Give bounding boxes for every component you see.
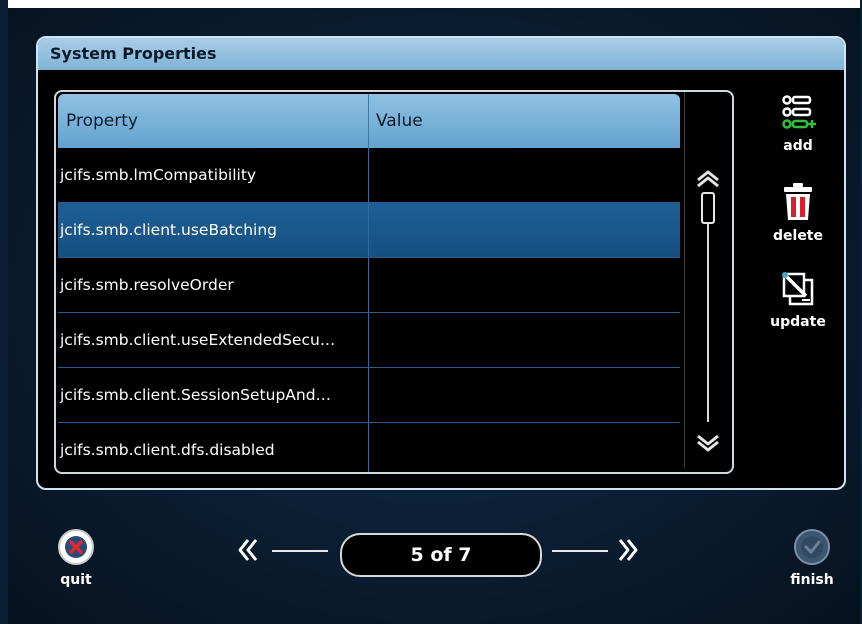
value-cell[interactable] bbox=[369, 148, 680, 202]
property-cell: jcifs.smb.client.useExtendedSecu… bbox=[60, 331, 336, 349]
scroll-track[interactable] bbox=[707, 210, 709, 422]
top-border bbox=[8, 0, 860, 8]
pager-line-right bbox=[552, 550, 608, 552]
quit-icon bbox=[58, 529, 94, 565]
table-row[interactable]: jcifs.smb.client.useExtendedSecu… bbox=[58, 313, 680, 368]
finish-icon bbox=[794, 529, 830, 565]
vertical-scrollbar[interactable] bbox=[684, 92, 731, 468]
value-cell[interactable] bbox=[369, 368, 680, 422]
quit-label: quit bbox=[60, 572, 92, 588]
update-button[interactable]: update bbox=[758, 270, 838, 330]
property-cell: jcifs.smb.lmCompatibility bbox=[60, 166, 257, 184]
property-cell: jcifs.smb.client.useBatching bbox=[60, 221, 277, 239]
panel-title: System Properties bbox=[38, 38, 844, 70]
properties-table-container: Property Value jcifs.smb.lmCompatibility… bbox=[54, 90, 734, 474]
scroll-up-icon[interactable] bbox=[693, 164, 723, 194]
scroll-thumb[interactable] bbox=[701, 192, 715, 224]
value-cell[interactable] bbox=[369, 313, 680, 367]
previous-page-icon[interactable] bbox=[234, 536, 262, 564]
add-list-icon bbox=[782, 95, 816, 129]
next-page-icon[interactable] bbox=[614, 536, 642, 564]
column-header-property[interactable]: Property bbox=[66, 94, 138, 148]
property-cell: jcifs.smb.client.SessionSetupAnd… bbox=[60, 386, 332, 404]
column-header-value[interactable]: Value bbox=[376, 94, 423, 148]
table-row-selected[interactable]: jcifs.smb.client.useBatching bbox=[58, 203, 680, 258]
update-label: update bbox=[770, 314, 826, 330]
header-divider bbox=[368, 94, 369, 148]
edit-document-icon bbox=[782, 272, 814, 306]
finish-button[interactable]: finish bbox=[780, 528, 844, 588]
system-properties-panel: System Properties Property Value jcifs.s… bbox=[36, 36, 846, 490]
table-row[interactable]: jcifs.smb.resolveOrder bbox=[58, 258, 680, 313]
property-cell: jcifs.smb.resolveOrder bbox=[60, 276, 234, 294]
table-body: jcifs.smb.lmCompatibility jcifs.smb.clie… bbox=[58, 148, 680, 472]
pager-line-left bbox=[272, 550, 328, 552]
add-label: add bbox=[783, 138, 813, 154]
quit-button[interactable]: quit bbox=[52, 528, 100, 588]
value-cell[interactable] bbox=[369, 203, 680, 257]
table-row[interactable]: jcifs.smb.client.dfs.disabled bbox=[58, 423, 680, 472]
page-indicator: 5 of 7 bbox=[340, 533, 542, 577]
scroll-down-icon[interactable] bbox=[693, 428, 723, 458]
value-cell[interactable] bbox=[369, 423, 680, 472]
finish-label: finish bbox=[790, 572, 834, 588]
delete-label: delete bbox=[773, 228, 823, 244]
table-header: Property Value bbox=[58, 94, 680, 148]
add-button[interactable]: add bbox=[758, 94, 838, 154]
property-cell: jcifs.smb.client.dfs.disabled bbox=[60, 441, 275, 459]
table-row[interactable]: jcifs.smb.lmCompatibility bbox=[58, 148, 680, 203]
delete-button[interactable]: delete bbox=[758, 182, 838, 244]
trash-icon bbox=[784, 183, 812, 220]
table-row[interactable]: jcifs.smb.client.SessionSetupAnd… bbox=[58, 368, 680, 423]
value-cell[interactable] bbox=[369, 258, 680, 312]
